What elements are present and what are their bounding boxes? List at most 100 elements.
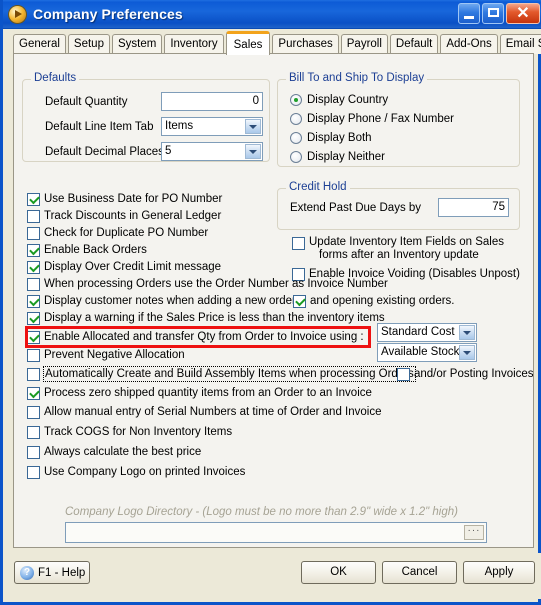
dialog-button-bar: ? F1 - Help OK Cancel Apply: [6, 553, 541, 599]
checkbox-label: Enable Back Orders: [44, 244, 147, 256]
chevron-down-icon[interactable]: [245, 119, 261, 134]
extend-past-due-input[interactable]: 75: [438, 198, 509, 217]
checkbox-use-business-date[interactable]: Use Business Date for PO Number: [27, 192, 222, 206]
chevron-down-icon[interactable]: [459, 325, 475, 340]
checkbox-enable-allocated-transfer-qty[interactable]: Enable Allocated and transfer Qty from O…: [27, 330, 364, 344]
tab-system[interactable]: System: [111, 34, 163, 54]
checkbox-enable-back-orders[interactable]: Enable Back Orders: [27, 243, 147, 257]
tab-sales[interactable]: Sales: [225, 31, 271, 55]
tab-general[interactable]: General: [13, 34, 66, 54]
allocation-stock-select[interactable]: Available Stock: [377, 343, 477, 362]
tab-default[interactable]: Default: [389, 34, 439, 54]
tab-payroll[interactable]: Payroll: [340, 34, 388, 54]
default-quantity-input[interactable]: 0: [161, 92, 263, 111]
close-icon: ✕: [516, 5, 530, 22]
minimize-button[interactable]: [458, 3, 480, 24]
checkbox-label: Update Inventory Item Fields on Sales fo…: [309, 236, 509, 262]
checkbox-indicator: [27, 294, 40, 308]
checkbox-label: Use Company Logo on printed Invoices: [44, 466, 246, 478]
play-circle-icon: [9, 5, 26, 23]
checkbox-warn-sales-price-low[interactable]: Display a warning if the Sales Price is …: [27, 311, 385, 325]
tab-purchases[interactable]: Purchases: [272, 34, 339, 54]
tab-email-setup[interactable]: Email Setup: [499, 34, 541, 54]
maximize-button[interactable]: [482, 3, 504, 24]
checkbox-label: Check for Duplicate PO Number: [44, 227, 209, 239]
checkbox-always-best-price[interactable]: Always calculate the best price: [27, 445, 201, 459]
radio-display-neither[interactable]: Display Neither: [290, 151, 385, 163]
checkbox-check-duplicate-po[interactable]: Check for Duplicate PO Number: [27, 226, 208, 240]
checkbox-label: Automatically Create and Build Assembly …: [43, 366, 416, 382]
checkbox-prevent-negative-allocation[interactable]: Prevent Negative Allocation: [27, 348, 185, 362]
checkbox-label: and/or Posting Invoices: [414, 368, 534, 380]
checkbox-use-company-logo[interactable]: Use Company Logo on printed Invoices: [27, 465, 245, 479]
credit-hold-group-title: Credit Hold: [286, 181, 350, 193]
checkbox-indicator: [27, 209, 40, 223]
bill-ship-group-title: Bill To and Ship To Display: [286, 72, 428, 84]
radio-display-country[interactable]: Display Country: [290, 94, 388, 106]
sales-settings-panel: Defaults Default Quantity 0 Default Line…: [13, 53, 534, 548]
checkbox-indicator: [27, 367, 40, 381]
checkbox-manual-serial-numbers[interactable]: Allow manual entry of Serial Numbers at …: [27, 405, 381, 419]
default-line-item-tab-value: Items: [165, 120, 194, 132]
question-mark-icon: ?: [20, 565, 34, 580]
browse-button[interactable]: ···: [464, 525, 484, 540]
radio-display-both[interactable]: Display Both: [290, 132, 372, 144]
title-bar[interactable]: Company Preferences ✕: [3, 0, 541, 29]
checkbox-label: Display customer notes when adding a new…: [44, 295, 296, 307]
chevron-down-icon[interactable]: [245, 144, 261, 159]
label-line-1: Update Inventory Item Fields on Sales: [309, 236, 504, 248]
checkbox-label: Process zero shipped quantity items from…: [44, 387, 372, 399]
tab-addons[interactable]: Add-Ons: [440, 34, 498, 54]
default-quantity-label: Default Quantity: [45, 96, 128, 108]
radio-indicator: [290, 94, 302, 106]
window-title: Company Preferences: [33, 6, 183, 22]
checkbox-label: and opening existing orders.: [310, 295, 455, 307]
close-button[interactable]: ✕: [506, 3, 540, 24]
defaults-group-title: Defaults: [31, 72, 80, 84]
checkbox-label: Use Business Date for PO Number: [44, 193, 223, 205]
checkbox-auto-build-assembly-items[interactable]: Automatically Create and Build Assembly …: [27, 366, 416, 382]
checkbox-andor-posting-invoices[interactable]: and/or Posting Invoices: [397, 367, 534, 381]
tab-inventory[interactable]: Inventory: [164, 34, 224, 54]
checkbox-indicator: [27, 192, 40, 206]
apply-button[interactable]: Apply: [463, 561, 535, 584]
checkbox-indicator: [27, 311, 40, 325]
ok-button[interactable]: OK: [301, 561, 376, 584]
default-line-item-tab-select[interactable]: Items: [161, 117, 263, 136]
tab-setup[interactable]: Setup: [67, 34, 110, 54]
company-logo-directory-input[interactable]: ···: [65, 522, 487, 543]
credit-hold-group: Credit Hold Extend Past Due Days by 75: [277, 181, 520, 230]
checkbox-display-over-credit-limit[interactable]: Display Over Credit Limit message: [27, 260, 221, 274]
default-decimal-places-select[interactable]: 5: [161, 142, 263, 161]
checkbox-order-number-as-invoice[interactable]: When processing Orders use the Order Num…: [27, 277, 388, 291]
checkbox-indicator: [27, 445, 40, 459]
cancel-button[interactable]: Cancel: [382, 561, 457, 584]
radio-label: Display Neither: [307, 151, 385, 163]
radio-indicator: [290, 151, 302, 163]
allocation-cost-select[interactable]: Standard Cost: [377, 323, 477, 342]
label-line-2: forms after an Inventory update: [319, 249, 479, 261]
radio-label: Display Phone / Fax Number: [307, 113, 455, 125]
checkbox-update-inventory-fields[interactable]: Update Inventory Item Fields on Sales fo…: [292, 236, 509, 262]
help-button[interactable]: ? F1 - Help: [14, 561, 90, 584]
checkbox-opening-existing-orders[interactable]: and opening existing orders.: [293, 294, 455, 308]
checkbox-display-customer-notes[interactable]: Display customer notes when adding a new…: [27, 294, 296, 308]
checkbox-indicator: [27, 386, 40, 400]
checkbox-track-discounts[interactable]: Track Discounts in General Ledger: [27, 209, 221, 223]
radio-display-phone-fax[interactable]: Display Phone / Fax Number: [290, 113, 454, 125]
checkbox-label: Enable Allocated and transfer Qty from O…: [44, 331, 364, 343]
window-frame: Company Preferences ✕ General Setup Syst…: [0, 0, 541, 605]
checkbox-indicator: [27, 260, 40, 274]
tab-strip: General Setup System Inventory Sales Pur…: [6, 29, 541, 55]
maximize-icon: [488, 8, 499, 17]
checkbox-label: Display Over Credit Limit message: [44, 261, 222, 273]
radio-label: Display Both: [307, 132, 372, 144]
company-preferences-dialog: Company Preferences ✕ General Setup Syst…: [0, 0, 541, 605]
bill-ship-display-group: Bill To and Ship To Display Display Coun…: [277, 72, 520, 167]
checkbox-track-cogs-non-inventory[interactable]: Track COGS for Non Inventory Items: [27, 425, 232, 439]
help-button-label: F1 - Help: [38, 566, 86, 579]
checkbox-indicator: [27, 226, 40, 240]
default-line-item-tab-label: Default Line Item Tab: [45, 121, 154, 133]
checkbox-process-zero-shipped[interactable]: Process zero shipped quantity items from…: [27, 386, 372, 400]
chevron-down-icon[interactable]: [459, 345, 475, 360]
